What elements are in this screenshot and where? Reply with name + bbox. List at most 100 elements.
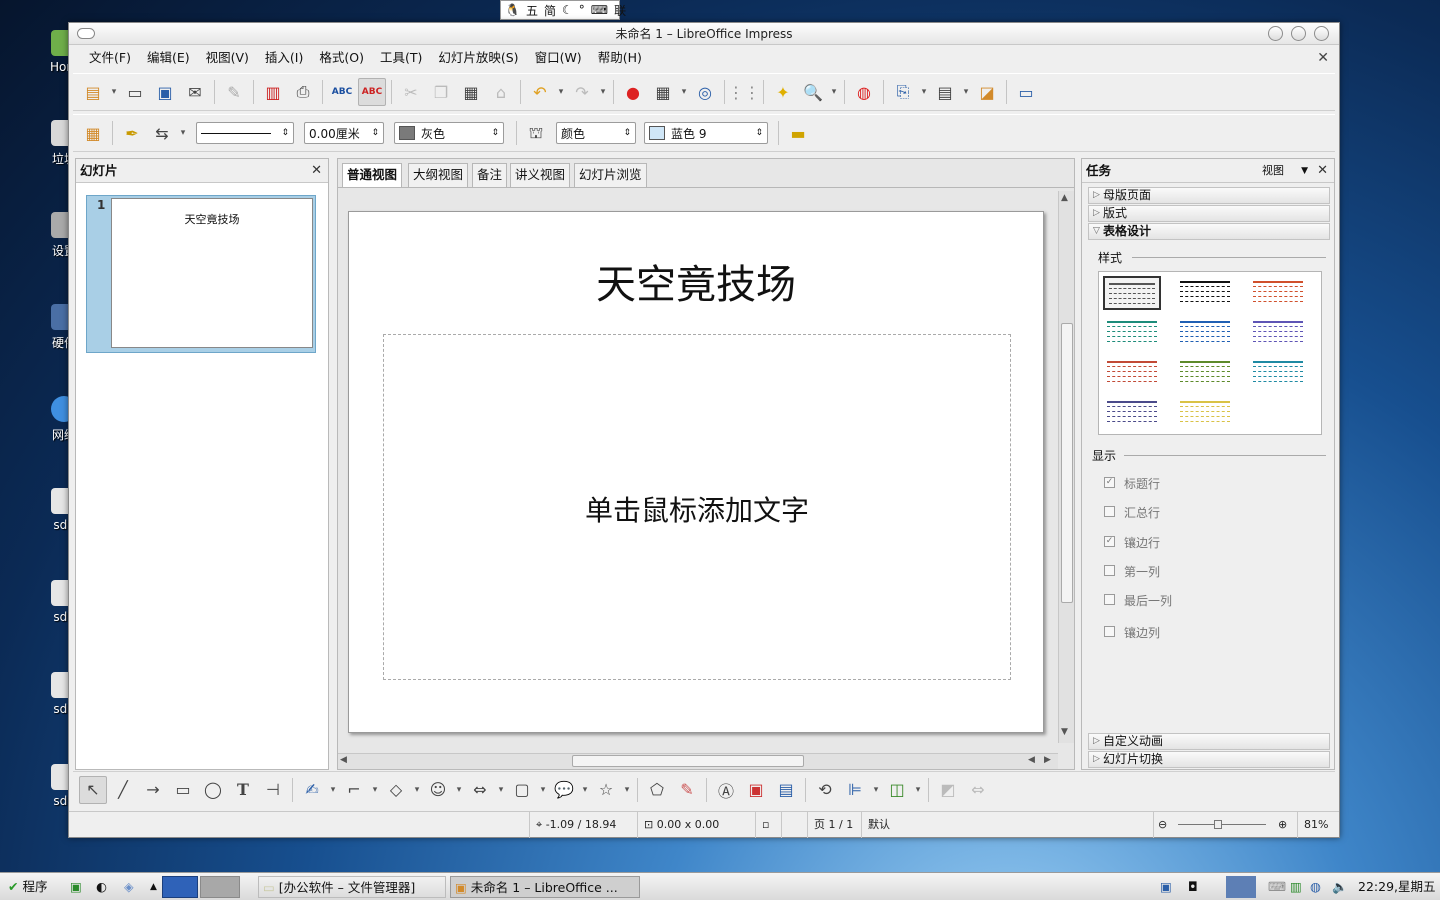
clone-format-icon[interactable]: ⌂ [487,78,515,106]
close-icon[interactable]: ✕ [1317,159,1328,183]
chevron-down-icon[interactable]: ▼ [1301,159,1308,183]
section-slide-transition[interactable]: ▷ 幻灯片切换 [1088,751,1330,768]
table-style-swatch[interactable] [1176,396,1234,430]
device-icon[interactable]: ◘ [1184,876,1198,898]
points-icon[interactable]: ⬠ [643,776,671,804]
arrow-style-dropdown-icon[interactable]: ▾ [178,119,188,147]
window-menu-icon[interactable] [77,28,95,39]
navigator-icon[interactable]: ✦ [769,78,797,106]
ime-assoc[interactable]: 联 [614,2,626,19]
gallery-icon[interactable]: ▤ [772,776,800,804]
globe-tray-icon[interactable]: ◍ [1306,876,1321,898]
vertical-text-icon[interactable]: ⊣ [259,776,287,804]
rectangle-icon[interactable]: ▭ [169,776,197,804]
table-style-swatch[interactable] [1103,396,1161,430]
edit-file-icon[interactable]: ✎ [220,78,248,106]
quicklaunch-arrow-icon[interactable]: ▲ [146,876,157,898]
slide-insert-icon[interactable]: ⎘ [889,78,917,106]
print-icon[interactable]: ⎙ [289,78,317,106]
keyboard-tray-icon[interactable]: ⌨ [1264,876,1286,898]
option-checkbox[interactable]: ✓ [1104,477,1115,488]
title-bar[interactable]: 未命名 1 – LibreOffice Impress [69,23,1339,45]
vertical-scroll-thumb[interactable] [1061,323,1073,603]
tab-normal-view[interactable]: 普通视图 [342,163,403,188]
connector-icon[interactable]: ⌐ [340,776,368,804]
new-document-icon[interactable]: ▤ [79,78,107,106]
tab-slide-sorter[interactable]: 幻灯片浏览 [574,163,647,187]
paste-icon[interactable]: ▦ [457,78,485,106]
line-color-select[interactable]: 灰色 ⇕ [394,122,504,144]
arrange-icon[interactable]: ◫ [883,776,911,804]
flowchart-icon[interactable]: ▢ [508,776,536,804]
display-icon[interactable]: ▣ [1156,876,1172,898]
basic-shapes-dropdown-icon[interactable]: ▾ [412,776,422,804]
interaction-icon[interactable]: ⇔ [964,776,992,804]
extrusion-icon[interactable]: ◩ [934,776,962,804]
keyboard-icon[interactable]: ⌨ [591,3,608,17]
task-impress[interactable]: ▣ 未命名 1 – LibreOffice ... [450,876,640,898]
flowchart-dropdown-icon[interactable]: ▾ [538,776,548,804]
menu-tools[interactable]: 工具(T) [372,46,430,70]
arrow-line-icon[interactable]: → [139,776,167,804]
scroll-left-end-icon[interactable]: ◀ [1028,755,1035,765]
block-arrows-icon[interactable]: ⇔ [466,776,494,804]
maximize-button[interactable] [1291,26,1306,41]
slide-insert-dropdown-icon[interactable]: ▾ [919,78,929,106]
menu-window[interactable]: 窗口(W) [527,46,590,70]
network-tray-icon[interactable]: ▥ [1286,876,1302,898]
vertical-scrollbar[interactable]: ▲ ▼ [1058,191,1074,743]
task-view-menu[interactable]: 视图 [1262,159,1284,183]
horizontal-scrollbar[interactable]: ◀ ◀ ▶ [338,753,1058,769]
table-style-swatch[interactable] [1249,356,1307,390]
input-method-bar[interactable]: 🐧 五 简 ☾ ° ⌨ 联 [500,0,626,20]
table-style-swatch[interactable] [1176,276,1234,310]
tab-handout-view[interactable]: 讲义视图 [510,163,571,187]
align-dropdown-icon[interactable]: ▾ [871,776,881,804]
option-checkbox[interactable] [1104,626,1115,637]
arrow-style-icon[interactable]: ⇆ [148,119,176,147]
line-icon[interactable]: ✒ [118,119,146,147]
package-icon[interactable]: ◈ [120,876,134,898]
slide-title[interactable]: 天空竟技场 [349,252,1043,310]
new-dropdown-icon[interactable]: ▾ [109,78,119,106]
zoom-slider-knob[interactable] [1214,820,1222,829]
line-style-select[interactable]: ⇕ [196,122,294,144]
slide-thumbnail[interactable]: 1 天空竟技场 [86,195,316,353]
slide-design-icon[interactable]: ◪ [973,78,1001,106]
table-style-swatch[interactable] [1249,316,1307,350]
stars-dropdown-icon[interactable]: ▾ [622,776,632,804]
punct-icon[interactable]: ° [579,3,585,17]
table-icon[interactable]: ▦ [649,78,677,106]
section-master-pages[interactable]: ▷ 母版页面 [1088,187,1330,204]
content-placeholder[interactable]: 单击鼠标添加文字 [383,334,1011,680]
table-style-swatch[interactable] [1103,356,1161,390]
ime-mode[interactable]: 五 [526,2,538,19]
clock[interactable]: 22:29,星期五 [1354,876,1436,898]
section-custom-animation[interactable]: ▷ 自定义动画 [1088,733,1330,750]
close-window-button[interactable] [1314,26,1329,41]
table-style-swatch[interactable] [1249,276,1307,310]
from-file-icon[interactable]: ▣ [742,776,770,804]
rotate-icon[interactable]: ⟲ [811,776,839,804]
block-arrows-dropdown-icon[interactable]: ▾ [496,776,506,804]
save-icon[interactable]: ▣ [151,78,179,106]
symbol-shapes-dropdown-icon[interactable]: ▾ [454,776,464,804]
shadow-icon[interactable]: ▬ [784,119,812,147]
tab-outline-view[interactable]: 大纲视图 [408,163,469,187]
zoom-slider-track[interactable] [1178,824,1266,825]
start-menu-button[interactable]: ✔ 程序 [4,876,47,898]
table-style-swatch[interactable] [1176,316,1234,350]
table-style-swatch[interactable] [1103,276,1161,310]
section-layouts[interactable]: ▷ 版式 [1088,205,1330,222]
workspace-1[interactable] [162,876,198,898]
curve-icon[interactable]: ✍ [298,776,326,804]
copy-icon[interactable]: ❐ [427,78,455,106]
grid-icon[interactable]: ⋮⋮ [728,78,760,106]
redo-dropdown-icon[interactable]: ▾ [598,78,608,106]
ellipse-icon[interactable]: ◯ [199,776,227,804]
close-icon[interactable]: ✕ [311,159,322,183]
moon-icon[interactable]: ☾ [562,3,573,17]
curve-dropdown-icon[interactable]: ▾ [328,776,338,804]
zoom-out-icon[interactable]: ⊖ [1158,812,1167,838]
basic-shapes-icon[interactable]: ◇ [382,776,410,804]
